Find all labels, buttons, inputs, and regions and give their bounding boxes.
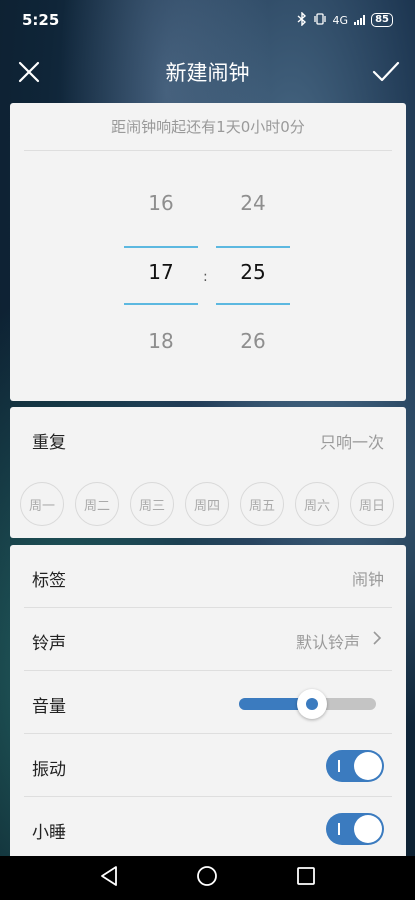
status-icons: 4G 85 bbox=[297, 10, 393, 29]
minute-bottom-line bbox=[216, 303, 290, 305]
minute-next[interactable]: 26 bbox=[216, 307, 290, 376]
minute-prev[interactable]: 24 bbox=[216, 169, 290, 238]
tag-value: 闹钟 bbox=[351, 570, 384, 589]
back-icon bbox=[100, 866, 117, 886]
repeat-card: 重复 只响一次 周一 周二 周三 周四 周五 周六 周日 bbox=[10, 407, 406, 538]
countdown-text: 距闹钟响起还有1天0小时0分 bbox=[24, 103, 392, 151]
vibrate-row: 振动 bbox=[10, 734, 406, 797]
snooze-row: 小睡 bbox=[10, 797, 406, 860]
day-monday[interactable]: 周一 bbox=[20, 482, 64, 526]
day-sunday[interactable]: 周日 bbox=[350, 482, 394, 526]
minute-top-line bbox=[216, 246, 290, 248]
vibrate-toggle[interactable] bbox=[326, 750, 384, 782]
tag-row[interactable]: 标签 闹钟 bbox=[10, 545, 406, 608]
time-separator: : bbox=[203, 269, 208, 285]
vibrate-icon bbox=[313, 12, 327, 28]
snooze-label: 小睡 bbox=[32, 823, 66, 843]
weekday-selector: 周一 周二 周三 周四 周五 周六 周日 bbox=[20, 482, 394, 526]
ringtone-value: 默认铃声 bbox=[295, 633, 360, 652]
page-title: 新建闹钟 bbox=[165, 61, 250, 85]
day-wednesday[interactable]: 周三 bbox=[130, 482, 174, 526]
recents-icon bbox=[297, 867, 316, 885]
hour-next[interactable]: 18 bbox=[124, 307, 198, 376]
day-tuesday[interactable]: 周二 bbox=[75, 482, 119, 526]
status-bar: 5:25 4G 85 bbox=[0, 0, 415, 40]
toggle-on-mark bbox=[338, 823, 340, 835]
repeat-label: 重复 bbox=[32, 433, 66, 453]
volume-row: 音量 bbox=[10, 671, 406, 734]
hour-top-line bbox=[124, 246, 198, 248]
minute-wheel[interactable]: 24 25 26 bbox=[216, 169, 290, 376]
hour-wheel[interactable]: 16 17 18 bbox=[124, 169, 198, 376]
toggle-knob bbox=[354, 752, 382, 780]
battery-icon: 85 bbox=[371, 13, 393, 27]
volume-label: 音量 bbox=[32, 697, 66, 717]
day-friday[interactable]: 周五 bbox=[240, 482, 284, 526]
hour-prev[interactable]: 16 bbox=[124, 169, 198, 238]
recents-button[interactable] bbox=[296, 866, 316, 890]
settings-card: 标签 闹钟 铃声 默认铃声 音量 振动 小睡 bbox=[10, 545, 406, 860]
tag-label: 标签 bbox=[32, 571, 66, 591]
check-icon bbox=[372, 61, 400, 82]
back-button[interactable] bbox=[99, 865, 119, 891]
hour-bottom-line bbox=[124, 303, 198, 305]
system-nav-bar bbox=[0, 856, 415, 900]
repeat-value[interactable]: 只响一次 bbox=[320, 429, 384, 453]
network-label: 4G bbox=[332, 13, 349, 27]
time-picker-card: 距闹钟响起还有1天0小时0分 16 17 18 : 24 25 26 bbox=[10, 103, 406, 401]
home-icon bbox=[197, 866, 218, 886]
status-time: 5:25 bbox=[22, 11, 60, 29]
app-header: 新建闹钟 bbox=[0, 44, 415, 100]
toggle-on-mark bbox=[338, 760, 340, 772]
chevron-right-icon bbox=[372, 630, 382, 650]
day-saturday[interactable]: 周六 bbox=[295, 482, 339, 526]
close-icon bbox=[18, 61, 40, 83]
snooze-toggle[interactable] bbox=[326, 813, 384, 845]
signal-icon bbox=[354, 15, 366, 25]
bluetooth-icon bbox=[297, 10, 307, 29]
volume-slider[interactable] bbox=[239, 689, 376, 719]
ringtone-row[interactable]: 铃声 默认铃声 bbox=[10, 608, 406, 671]
vibrate-label: 振动 bbox=[32, 760, 66, 780]
home-button[interactable] bbox=[196, 865, 218, 891]
volume-slider-thumb[interactable] bbox=[296, 689, 327, 719]
hour-selected[interactable]: 17 bbox=[124, 238, 198, 307]
close-button[interactable] bbox=[14, 57, 44, 87]
toggle-knob bbox=[354, 815, 382, 843]
day-thursday[interactable]: 周四 bbox=[185, 482, 229, 526]
confirm-button[interactable] bbox=[371, 57, 401, 87]
minute-selected[interactable]: 25 bbox=[216, 238, 290, 307]
ringtone-label: 铃声 bbox=[32, 634, 66, 654]
